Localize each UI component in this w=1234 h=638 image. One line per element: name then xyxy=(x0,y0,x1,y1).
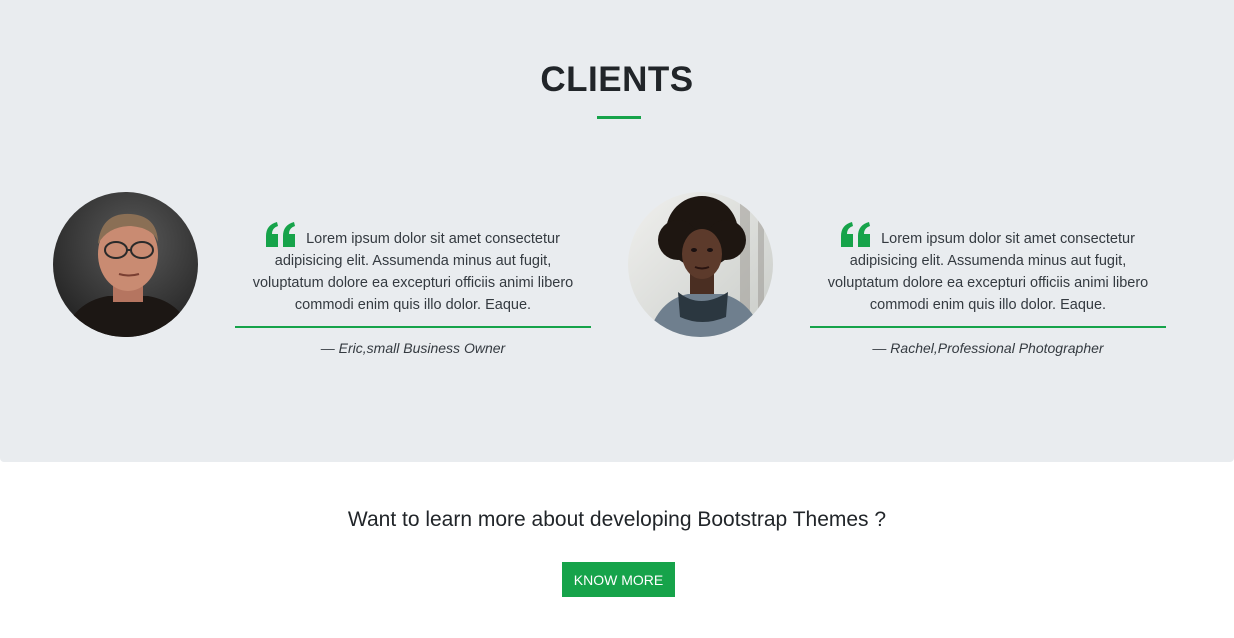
quote-body: Lorem ipsum dolor sit amet consectetur a… xyxy=(252,231,574,313)
testimonial-quote: Lorem ipsum dolor sit amet consectetur a… xyxy=(810,222,1166,318)
quote-body: Lorem ipsum dolor sit amet consectetur a… xyxy=(827,231,1149,313)
client-avatar-eric xyxy=(53,192,198,337)
testimonial-quote: Lorem ipsum dolor sit amet consectetur a… xyxy=(235,222,591,318)
quote-icon xyxy=(841,222,871,247)
title-underline xyxy=(597,116,641,119)
client-avatar-rachel xyxy=(628,192,773,337)
section-title: CLIENTS xyxy=(540,60,694,99)
client-photo-rachel xyxy=(628,192,773,337)
testimonial-card: Lorem ipsum dolor sit amet consectetur a… xyxy=(810,222,1166,356)
quote-icon xyxy=(266,222,296,247)
cta-heading: Want to learn more about developing Boot… xyxy=(347,508,887,531)
client-photo-eric xyxy=(53,192,198,337)
testimonial-card: Lorem ipsum dolor sit amet consectetur a… xyxy=(235,222,591,356)
testimonial-author: — Eric,small Business Owner xyxy=(320,340,506,356)
quote-divider xyxy=(810,326,1166,328)
clients-section: CLIENTS Lorem ipsum dolor sit amet conse… xyxy=(0,0,1234,462)
quote-divider xyxy=(235,326,591,328)
know-more-button[interactable]: KNOW MORE xyxy=(562,562,675,597)
testimonial-author: — Rachel,Professional Photographer xyxy=(872,340,1104,356)
